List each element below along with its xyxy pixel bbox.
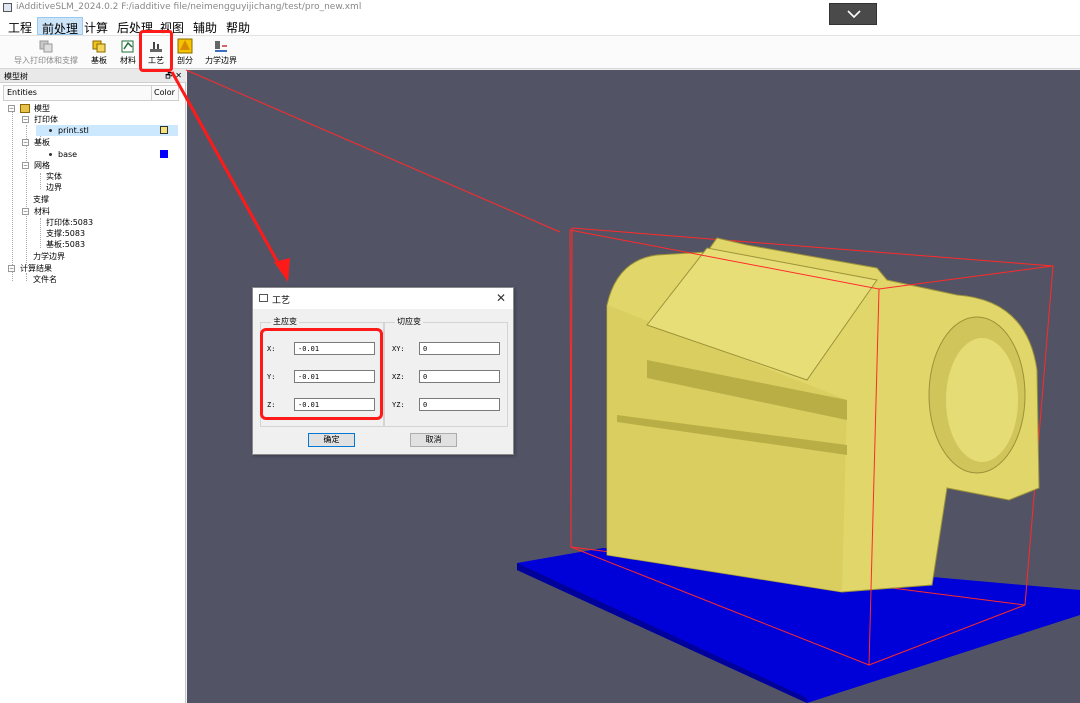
boundary-icon [215,41,227,52]
process-button-highlight [139,30,173,72]
dialog-title: 工艺 [272,296,291,306]
panel-float-close-buttons[interactable]: 🗗 ✕ [165,70,182,84]
menu-assist[interactable]: 辅助 [189,17,221,35]
material-button[interactable]: 材料 [117,38,139,68]
tree-node-results[interactable]: − 计算结果 [8,263,180,274]
shear-strain-group: 切应变 XY: 0 XZ: 0 YZ: 0 [384,316,508,427]
xz-label: XZ: [392,373,405,381]
menu-compute[interactable]: 计算 [80,17,112,35]
bullet-icon [49,153,52,156]
window-icon [259,294,268,302]
import-part-support-button[interactable]: 导入打印体和支撑 [12,38,80,68]
tree-column-header: Entities Color [3,85,179,101]
bullet-icon [49,129,52,132]
tree-node-base-plate[interactable]: − 基板 [22,137,180,148]
tree-node-base[interactable]: base [36,149,178,160]
color-swatch[interactable] [160,126,168,134]
mesh-icon [177,38,193,54]
menu-project[interactable]: 工程 [4,17,36,35]
menu-help[interactable]: 帮助 [222,17,254,35]
panel-title: 模型树 [4,72,28,81]
import-icon [39,40,53,53]
app-icon [3,3,12,12]
model-icon [20,104,30,113]
close-icon[interactable]: ✕ [496,291,506,305]
yz-label: YZ: [392,401,405,409]
ok-button[interactable]: 确定 [308,433,355,447]
menu-preprocess[interactable]: 前处理 [37,17,84,36]
tree-node-filename[interactable]: 文件名 [33,274,178,285]
column-entities[interactable]: Entities [7,88,37,97]
tree-node-boundary[interactable]: 边界 [46,182,178,193]
tree-node-mesh[interactable]: − 网格 [22,160,180,171]
shear-strain-title: 切应变 [395,316,423,327]
principal-strain-title: 主应变 [271,316,299,327]
principal-strain-highlight [260,328,383,420]
window-title: iAdditiveSLM_2024.0.2 F:/iadditive file/… [16,2,362,12]
mesh-button[interactable]: 剖分 [175,38,195,68]
mechanical-boundary-button[interactable]: 力学边界 [203,38,239,68]
tree-node-support[interactable]: 支撑 [33,194,178,205]
material-icon [121,40,134,53]
collapse-ribbon-button[interactable] [829,3,877,25]
tree-node-print-body[interactable]: − 打印体 [22,114,180,125]
chevron-down-icon [847,10,861,19]
base-plate-icon [92,40,106,53]
tree-node-material[interactable]: − 材料 [22,206,180,217]
yz-strain-input[interactable]: 0 [419,398,500,411]
xy-label: XY: [392,345,405,353]
xz-strain-input[interactable]: 0 [419,370,500,383]
tree-node-material-print[interactable]: 打印体:5083 [46,217,178,228]
color-swatch[interactable] [160,150,168,158]
title-bar: iAdditiveSLM_2024.0.2 F:/iadditive file/… [0,0,1080,15]
tree-node-material-support[interactable]: 支撑:5083 [46,228,178,239]
tree-node-print-stl[interactable]: print.stl [36,125,178,136]
xy-strain-input[interactable]: 0 [419,342,500,355]
model-tree-panel: 模型树 🗗 ✕ Entities Color − 模型 − 打印体 print.… [0,69,186,703]
base-plate-button[interactable]: 基板 [88,38,110,68]
tree-node-solid[interactable]: 实体 [46,171,178,182]
dialog-title-bar: 工艺 ✕ [253,288,513,309]
column-color[interactable]: Color [151,86,178,100]
tree-node-material-base[interactable]: 基板:5083 [46,239,178,250]
cancel-button[interactable]: 取消 [410,433,457,447]
tree-node-model[interactable]: − 模型 [8,103,180,114]
tree-node-mechanical-boundary[interactable]: 力学边界 [33,251,178,262]
